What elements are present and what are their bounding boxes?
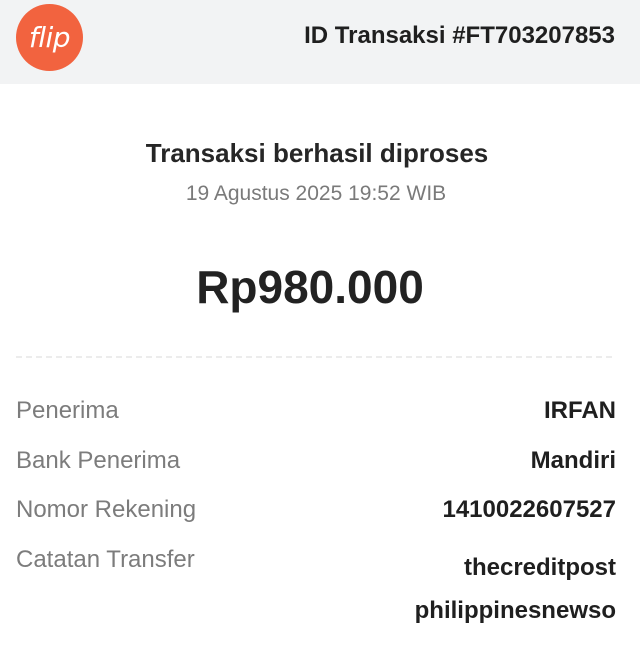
transfer-note-label: Catatan Transfer [16, 546, 195, 573]
dashed-divider [16, 356, 612, 358]
bank-label: Bank Penerima [16, 447, 181, 474]
bank-value: Mandiri [530, 447, 616, 474]
header-bar: flip ID Transaksi #FT703207853 [0, 0, 640, 84]
transaction-amount: Rp980.000 [196, 261, 424, 313]
transaction-timestamp: 19 Agustus 2025 19:52 WIB [185, 182, 447, 205]
recipient-value: IRFAN [544, 397, 616, 424]
flip-logo: flip [16, 4, 83, 71]
transfer-note-line-1: thecreditpost [463, 554, 616, 581]
transfer-note-line-2: philippinesnewso [414, 597, 616, 624]
status-title: Transaksi berhasil diproses [145, 138, 489, 168]
transaction-id: ID Transaksi #FT703207853 [304, 22, 615, 49]
recipient-label: Penerima [16, 397, 119, 424]
account-number-label: Nomor Rekening [16, 496, 197, 523]
account-number-value: 1410022607527 [442, 496, 616, 523]
transfer-note-value: thecreditpost philippinesnewso [415, 546, 616, 632]
